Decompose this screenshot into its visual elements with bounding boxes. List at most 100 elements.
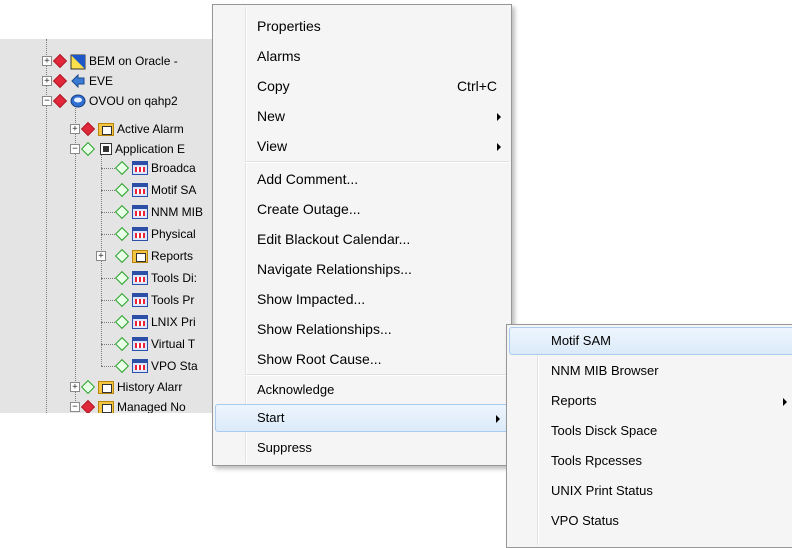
- submenu-arrow-icon: [496, 415, 500, 423]
- collapse-toggle[interactable]: −: [42, 96, 52, 106]
- submenu-item-motif-sam[interactable]: Motif SAM: [509, 327, 792, 355]
- tree-node-label: Broadca: [151, 161, 196, 175]
- tree-node-label: Managed No: [117, 400, 186, 413]
- submenu-arrow-icon: [497, 113, 501, 121]
- tree-node-nnm-mib[interactable]: NNM MIB: [114, 202, 203, 222]
- status-green-icon: [114, 336, 130, 352]
- status-green-icon: [114, 248, 130, 264]
- tree-node-label: BEM on Oracle -: [89, 54, 178, 68]
- tree-node-label: Physical: [151, 227, 196, 241]
- start-submenu: Motif SAM NNM MIB Browser Reports Tools …: [506, 324, 792, 548]
- tree-node-reports[interactable]: Reports: [114, 246, 194, 266]
- submenu-item-tools-disk-space[interactable]: Tools Disck Space: [509, 417, 792, 445]
- tree-node-label: Virtual T: [151, 337, 196, 351]
- status-red-icon: [80, 399, 96, 413]
- collapse-toggle[interactable]: −: [70, 402, 80, 412]
- menu-item-view[interactable]: View: [215, 132, 509, 160]
- menu-item-create-outage[interactable]: Create Outage...: [215, 195, 509, 223]
- submenu-item-nnm-mib-browser[interactable]: NNM MIB Browser: [509, 357, 792, 385]
- expand-toggle[interactable]: +: [70, 382, 80, 392]
- tree-node-history-alarms[interactable]: History Alarr: [80, 377, 182, 397]
- tree-node-bem[interactable]: BEM on Oracle -: [52, 51, 178, 71]
- folder-icon: [98, 122, 114, 136]
- expand-toggle[interactable]: +: [42, 56, 52, 66]
- tree-node-active-alarms[interactable]: Active Alarm: [80, 119, 184, 139]
- app-icon: [132, 161, 148, 175]
- tree-node-application[interactable]: Application E: [80, 139, 186, 159]
- status-red-icon: [52, 73, 68, 89]
- tree-node-label: Application E: [115, 142, 186, 156]
- folder-icon: [98, 380, 114, 394]
- tree-node-tools-disk[interactable]: Tools Di:: [114, 268, 197, 288]
- app-icon: [132, 337, 148, 351]
- app-icon: [132, 315, 148, 329]
- tree-node-physical[interactable]: Physical: [114, 224, 196, 244]
- status-green-icon: [114, 204, 130, 220]
- menu-item-show-impacted[interactable]: Show Impacted...: [215, 285, 509, 313]
- tree-node-tools-pr[interactable]: Tools Pr: [114, 290, 195, 310]
- menu-item-alarms[interactable]: Alarms: [215, 42, 509, 70]
- tree-node-label: Active Alarm: [117, 122, 184, 136]
- menu-separator: [245, 161, 509, 163]
- tree-node-virtual[interactable]: Virtual T: [114, 334, 196, 354]
- tree-node-unix-print[interactable]: LNIX Pri: [114, 312, 196, 332]
- menu-item-properties[interactable]: Properties: [215, 12, 509, 40]
- tree-node-broadcast[interactable]: Broadca: [114, 158, 196, 178]
- submenu-arrow-icon: [497, 143, 501, 151]
- status-green-icon: [114, 226, 130, 242]
- expand-toggle[interactable]: +: [70, 124, 80, 134]
- tree-node-motif-sam[interactable]: Motif SA: [114, 180, 197, 200]
- status-green-icon: [114, 182, 130, 198]
- folder-icon: [132, 249, 148, 263]
- menu-item-show-relationships[interactable]: Show Relationships...: [215, 315, 509, 343]
- bem-icon: [70, 54, 86, 70]
- tree-node-label: VPO Sta: [151, 359, 198, 373]
- tree-node-label: Reports: [151, 249, 194, 263]
- submenu-item-unix-print-status[interactable]: UNIX Print Status: [509, 477, 792, 505]
- tree-node-vpo-status[interactable]: VPO Sta: [114, 356, 198, 376]
- menu-item-acknowledge[interactable]: Acknowledge: [215, 376, 509, 404]
- menu-item-navigate-relationships[interactable]: Navigate Relationships...: [215, 255, 509, 283]
- status-green-icon: [114, 270, 130, 286]
- menu-item-suppress[interactable]: Suppress: [215, 434, 509, 462]
- tree-node-eve[interactable]: EVE: [52, 71, 113, 91]
- status-red-icon: [52, 93, 68, 109]
- app-icon: [132, 227, 148, 241]
- tree-node-label: NNM MIB: [151, 205, 203, 219]
- app-icon: [132, 205, 148, 219]
- status-red-icon: [80, 121, 96, 137]
- status-red-icon: [52, 53, 68, 69]
- expand-toggle[interactable]: +: [96, 251, 106, 261]
- menu-item-add-comment[interactable]: Add Comment...: [215, 165, 509, 193]
- collapse-toggle[interactable]: −: [70, 144, 80, 154]
- status-green-icon: [114, 292, 130, 308]
- menu-item-show-root-cause[interactable]: Show Root Cause...: [215, 345, 509, 373]
- tree-node-label: OVOU on qahp2: [89, 94, 178, 108]
- menu-item-new[interactable]: New: [215, 102, 509, 130]
- submenu-item-vpo-status[interactable]: VPO Status: [509, 507, 792, 535]
- server-icon: [70, 94, 86, 108]
- tree-node-label: Tools Pr: [151, 293, 195, 307]
- copy-shortcut: Ctrl+C: [456, 78, 497, 94]
- tree-node-managed-nodes[interactable]: Managed No: [80, 397, 186, 413]
- menu-item-start[interactable]: Start: [215, 404, 509, 432]
- app-icon: [132, 183, 148, 197]
- application-icon: [100, 143, 112, 155]
- status-green-icon: [114, 358, 130, 374]
- app-icon: [132, 271, 148, 285]
- status-green-icon: [114, 160, 130, 176]
- expand-toggle[interactable]: +: [42, 76, 52, 86]
- eve-icon: [70, 73, 86, 89]
- submenu-item-reports[interactable]: Reports: [509, 387, 792, 415]
- tree-panel: + BEM on Oracle - + EVE − OVOU on qahp2 …: [0, 39, 232, 413]
- app-icon: [132, 293, 148, 307]
- submenu-item-tools-processes[interactable]: Tools Rpcesses: [509, 447, 792, 475]
- status-green-icon: [80, 141, 96, 157]
- app-icon: [132, 359, 148, 373]
- folder-icon: [98, 400, 114, 413]
- status-green-icon: [80, 379, 96, 395]
- menu-item-copy[interactable]: Copy Ctrl+C: [215, 72, 509, 100]
- tree-node-label: Motif SA: [151, 183, 197, 197]
- menu-item-edit-blackout[interactable]: Edit Blackout Calendar...: [215, 225, 509, 253]
- tree-node-ovou[interactable]: OVOU on qahp2: [52, 91, 178, 111]
